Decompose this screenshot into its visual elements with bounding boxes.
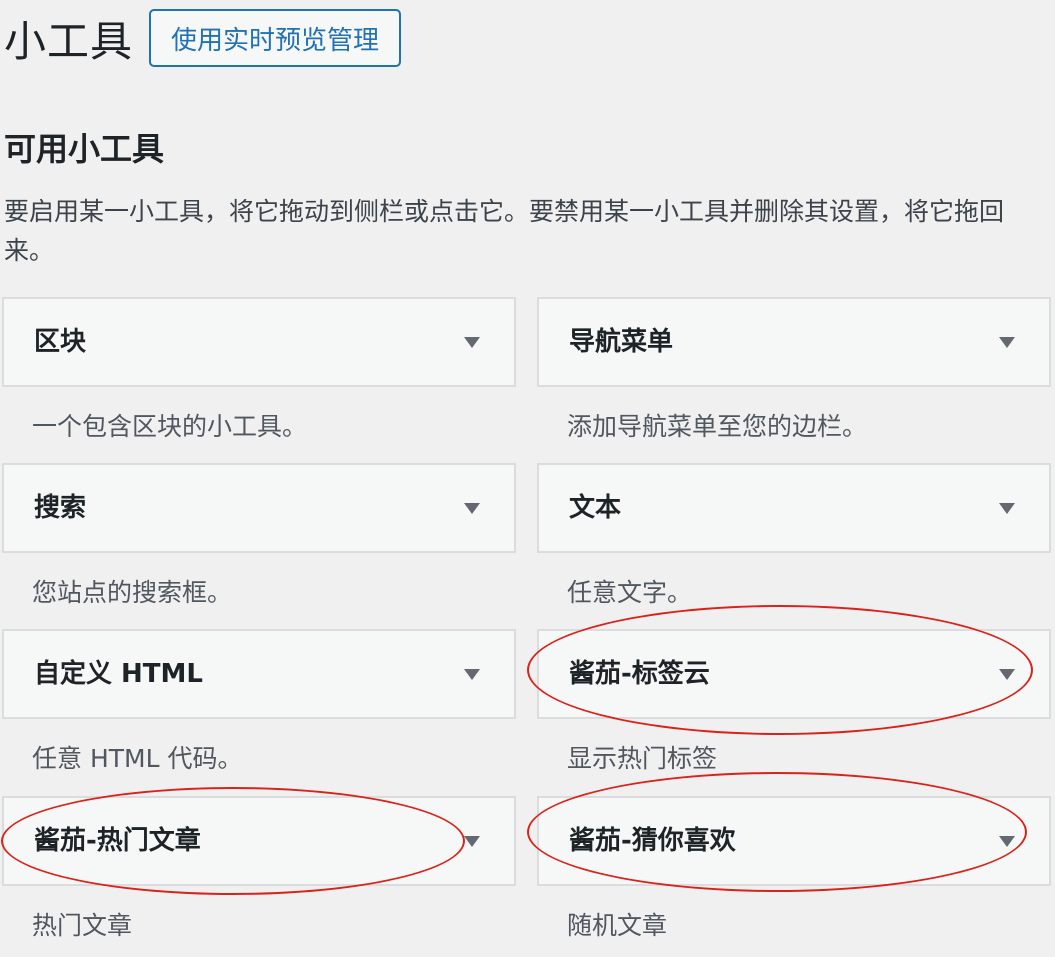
triangle-down-icon[interactable]	[464, 669, 480, 680]
widget-popular-posts[interactable]: 酱茄-热门文章	[2, 796, 516, 886]
widget-description: 随机文章	[567, 911, 668, 940]
widget-title: 酱茄-猜你喜欢	[569, 826, 736, 856]
widget-navigation-menu[interactable]: 导航菜单	[537, 297, 1051, 387]
triangle-down-icon[interactable]	[464, 503, 480, 514]
widget-title: 文本	[569, 493, 622, 523]
widget-description: 热门文章	[32, 911, 133, 940]
widget-description: 您站点的搜索框。	[32, 578, 233, 607]
triangle-down-icon[interactable]	[464, 337, 480, 348]
widget-custom-html[interactable]: 自定义 HTML	[2, 629, 516, 719]
widget-description: 任意文字。	[567, 578, 693, 607]
triangle-down-icon[interactable]	[999, 503, 1015, 514]
live-preview-button[interactable]: 使用实时预览管理	[149, 9, 402, 67]
widget-title: 酱茄-热门文章	[34, 826, 201, 856]
widget-text[interactable]: 文本	[537, 463, 1051, 553]
available-widgets-description: 要启用某一小工具，将它拖动到侧栏或点击它。要禁用某一小工具并删除其设置，将它拖回…	[4, 197, 1005, 265]
triangle-down-icon[interactable]	[999, 337, 1015, 348]
widget-description: 显示热门标签	[567, 744, 718, 773]
widget-block[interactable]: 区块	[2, 297, 516, 387]
page-header: 小工具 使用实时预览管理	[4, 8, 402, 68]
widget-description: 添加导航菜单至您的边栏。	[567, 412, 868, 441]
widget-description: 任意 HTML 代码。	[32, 744, 243, 773]
triangle-down-icon[interactable]	[999, 836, 1015, 847]
widget-title: 自定义 HTML	[34, 659, 203, 689]
widget-title: 导航菜单	[569, 327, 674, 357]
widget-title: 酱茄-标签云	[569, 659, 710, 689]
triangle-down-icon[interactable]	[999, 669, 1015, 680]
widget-random-posts[interactable]: 酱茄-猜你喜欢	[537, 796, 1051, 886]
available-widgets-heading: 可用小工具	[4, 130, 165, 168]
widget-description: 一个包含区块的小工具。	[32, 412, 308, 441]
widget-title: 区块	[34, 327, 87, 357]
page-title: 小工具	[4, 16, 134, 66]
widget-search[interactable]: 搜索	[2, 463, 516, 553]
widget-title: 搜索	[34, 493, 87, 523]
triangle-down-icon[interactable]	[464, 836, 480, 847]
widget-tag-cloud[interactable]: 酱茄-标签云	[537, 629, 1051, 719]
